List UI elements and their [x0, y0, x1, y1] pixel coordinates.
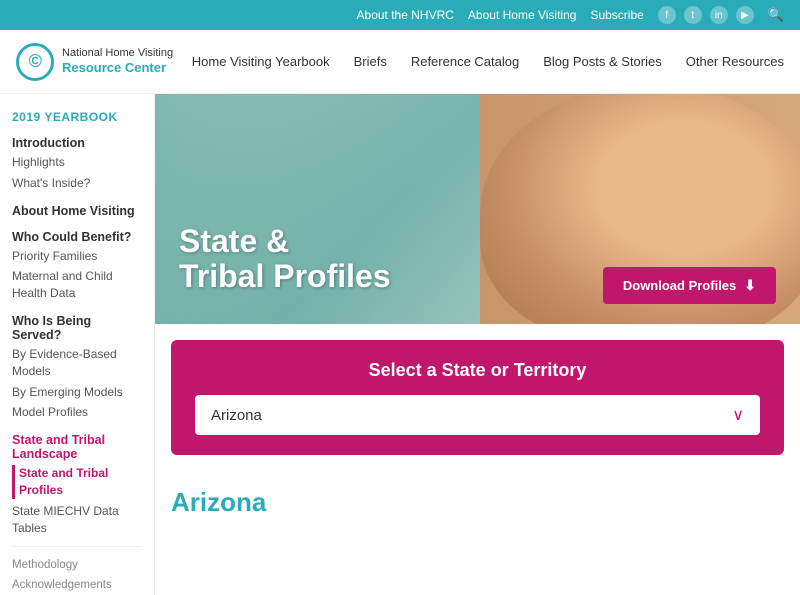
sidebar: 2019 YEARBOOK Introduction Highlights Wh…	[0, 94, 155, 595]
header: © National Home Visiting Resource Center…	[0, 30, 800, 94]
chevron-down-icon: ∨	[732, 405, 744, 425]
logo-icon: ©	[16, 43, 54, 81]
logo-line1: National Home Visiting	[62, 46, 173, 60]
download-profiles-button[interactable]: Download Profiles ⬇	[603, 267, 776, 304]
sidebar-link-maternal-child[interactable]: Maternal and Child Health Data	[12, 268, 142, 302]
nav-blog-posts[interactable]: Blog Posts & Stories	[543, 54, 662, 69]
sidebar-item-introduction[interactable]: Introduction	[12, 136, 142, 150]
hero-text: State & Tribal Profiles	[179, 224, 391, 294]
page-body: 2019 YEARBOOK Introduction Highlights Wh…	[0, 94, 800, 595]
sidebar-link-priority-families[interactable]: Priority Families	[12, 248, 142, 265]
topbar-link-nhvrc[interactable]: About the NHVRC	[357, 8, 454, 22]
select-section: Select a State or Territory Arizona ∨	[171, 340, 784, 455]
top-bar: About the NHVRC About Home Visiting Subs…	[0, 0, 800, 30]
sidebar-link-acknowledgements[interactable]: Acknowledgements	[12, 577, 142, 593]
sidebar-item-about-home-visiting[interactable]: About Home Visiting	[12, 204, 142, 218]
logo-text: National Home Visiting Resource Center	[62, 46, 173, 77]
nav-yearbook[interactable]: Home Visiting Yearbook	[192, 54, 330, 69]
topbar-link-subscribe[interactable]: Subscribe	[590, 8, 643, 22]
logo-area: © National Home Visiting Resource Center	[16, 43, 176, 81]
year-label: 2019 YEARBOOK	[12, 110, 142, 124]
nav-other-resources[interactable]: Other Resources	[686, 54, 784, 69]
hero-section: State & Tribal Profiles Download Profile…	[155, 94, 800, 324]
linkedin-icon[interactable]: in	[710, 6, 728, 24]
sidebar-link-state-tribal-profiles[interactable]: State and Tribal Profiles	[12, 465, 142, 499]
selected-state: Arizona	[211, 407, 262, 424]
download-button-label: Download Profiles	[623, 278, 736, 293]
state-heading: Arizona	[155, 471, 800, 518]
hero-title-line2: Tribal Profiles	[179, 258, 391, 294]
search-icon[interactable]: 🔍	[768, 7, 784, 23]
sidebar-item-who-could-benefit[interactable]: Who Could Benefit?	[12, 230, 142, 244]
state-selector[interactable]: Arizona ∨	[195, 395, 760, 435]
main-content: State & Tribal Profiles Download Profile…	[155, 94, 800, 595]
main-navigation: Home Visiting Yearbook Briefs Reference …	[192, 54, 784, 69]
download-icon: ⬇	[744, 277, 756, 294]
sidebar-divider	[12, 546, 142, 547]
twitter-icon[interactable]: t	[684, 6, 702, 24]
sidebar-link-evidence-based[interactable]: By Evidence-Based Models	[12, 346, 142, 380]
sidebar-link-methodology[interactable]: Methodology	[12, 557, 142, 573]
youtube-icon[interactable]: ▶	[736, 6, 754, 24]
logo-brand: Resource Center	[62, 60, 173, 77]
sidebar-link-highlights[interactable]: Highlights	[12, 154, 142, 171]
select-section-label: Select a State or Territory	[195, 360, 760, 381]
hero-title: State & Tribal Profiles	[179, 224, 391, 294]
sidebar-link-model-profiles[interactable]: Model Profiles	[12, 404, 142, 421]
social-icons: f t in ▶	[658, 6, 754, 24]
hero-title-line1: State &	[179, 223, 289, 259]
sidebar-item-state-tribal-landscape: State and Tribal Landscape	[12, 433, 142, 461]
nav-reference-catalog[interactable]: Reference Catalog	[411, 54, 519, 69]
sidebar-item-who-is-being-served[interactable]: Who Is Being Served?	[12, 314, 142, 342]
facebook-icon[interactable]: f	[658, 6, 676, 24]
sidebar-link-emerging-models[interactable]: By Emerging Models	[12, 384, 142, 401]
nav-briefs[interactable]: Briefs	[354, 54, 387, 69]
sidebar-link-whats-inside[interactable]: What's Inside?	[12, 175, 142, 192]
topbar-link-homevisiting[interactable]: About Home Visiting	[468, 8, 577, 22]
sidebar-link-state-miechv[interactable]: State MIECHV Data Tables	[12, 503, 142, 537]
